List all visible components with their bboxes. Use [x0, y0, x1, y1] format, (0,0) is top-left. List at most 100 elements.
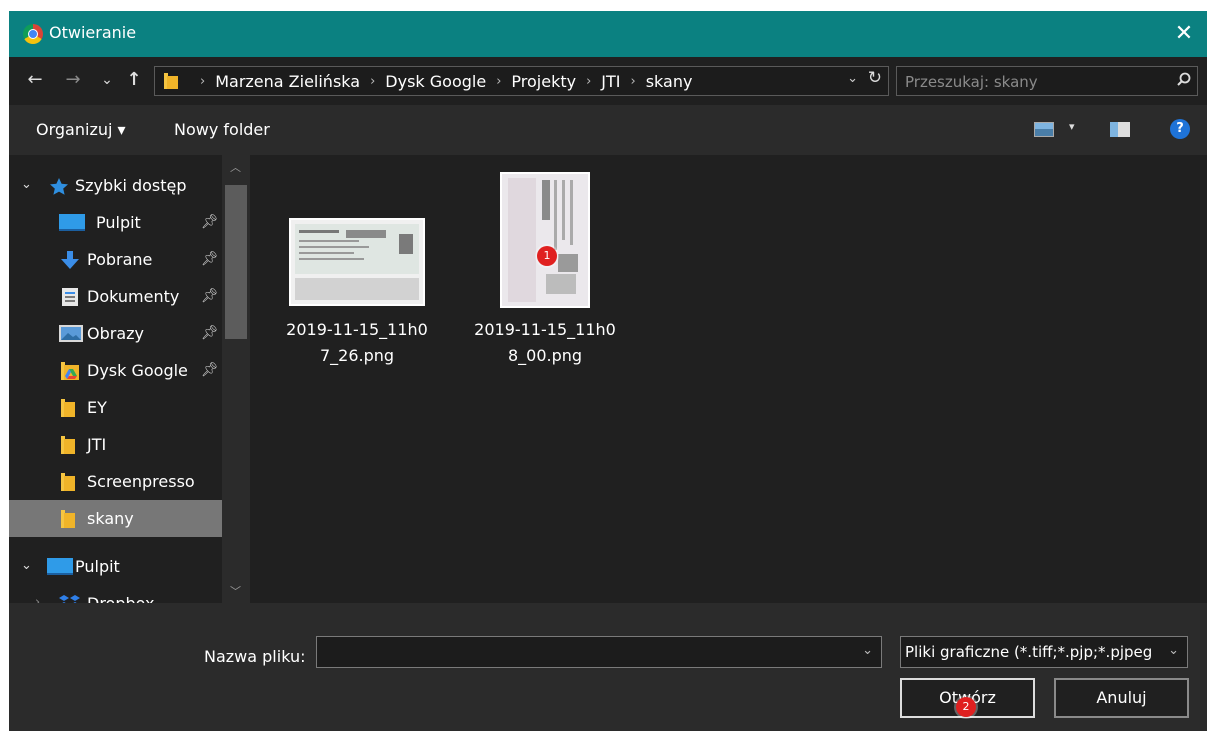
- chrome-icon: [23, 24, 43, 44]
- scrollbar-thumb[interactable]: [225, 185, 247, 339]
- breadcrumb-item[interactable]: Marzena Zielińska: [215, 72, 360, 91]
- desktop-icon: [47, 558, 73, 575]
- folder-icon: [61, 510, 75, 528]
- sidebar-item-dropbox[interactable]: › Dropbox: [9, 585, 222, 603]
- sidebar-item-skany[interactable]: skany: [9, 500, 222, 537]
- help-icon[interactable]: ?: [1170, 119, 1190, 139]
- breadcrumb-item[interactable]: Dysk Google: [385, 72, 486, 91]
- filename-input[interactable]: ⌄: [316, 636, 882, 668]
- title-bar: Otwieranie ✕: [9, 11, 1207, 57]
- recent-locations-icon[interactable]: ⌄: [95, 67, 119, 93]
- close-icon[interactable]: ✕: [1161, 11, 1207, 57]
- sidebar-item-desktop-root[interactable]: ⌄ Pulpit: [9, 548, 222, 585]
- sidebar-scrollbar[interactable]: ︿ ﹀: [222, 155, 250, 603]
- chevron-down-icon[interactable]: ⌄: [1168, 643, 1179, 658]
- search-icon[interactable]: [1177, 70, 1191, 90]
- step-badge: 2: [956, 697, 976, 717]
- new-folder-button[interactable]: Nowy folder: [174, 120, 270, 139]
- file-thumbnail: [500, 172, 590, 308]
- file-type-select[interactable]: Pliki graficzne (*.tiff;*.pjp;*.pjpeg ⌄: [900, 636, 1188, 668]
- sidebar-item-label: Dokumenty: [87, 287, 180, 306]
- google-drive-icon: [61, 362, 79, 380]
- sidebar-item-label: JTI: [87, 435, 107, 454]
- sidebar-item-label: Dropbox: [87, 594, 154, 603]
- folder-icon: [61, 473, 75, 491]
- back-arrow-icon[interactable]: ←: [23, 67, 47, 93]
- search-input[interactable]: [897, 67, 1167, 97]
- breadcrumb-item[interactable]: Projekty: [511, 72, 576, 91]
- window-title: Otwieranie: [49, 23, 137, 42]
- folder-icon: [61, 436, 75, 454]
- pin-icon: 📌︎: [201, 362, 219, 378]
- folder-icon: [164, 73, 178, 89]
- sidebar-item-documents[interactable]: Dokumenty 📌︎: [9, 278, 222, 315]
- sidebar-item-ey[interactable]: EY: [9, 389, 222, 426]
- sidebar-item-label: Pobrane: [87, 250, 153, 269]
- sidebar-item-desktop[interactable]: Pulpit 📌︎: [9, 204, 222, 241]
- sidebar-item-downloads[interactable]: Pobrane 📌︎: [9, 241, 222, 278]
- pin-icon: 📌︎: [201, 325, 219, 341]
- file-type-value: Pliki graficzne (*.tiff;*.pjp;*.pjpeg: [905, 643, 1153, 661]
- scroll-down-icon[interactable]: ﹀: [230, 583, 241, 599]
- change-view-icon[interactable]: [1034, 122, 1054, 137]
- file-name: 2019-11-15_11h0 8_00.png: [474, 320, 616, 365]
- sidebar-item-label: Obrazy: [87, 324, 144, 343]
- chevron-down-icon[interactable]: ⌄: [21, 558, 32, 573]
- sidebar-item-label: Pulpit: [75, 557, 120, 576]
- folder-icon: [61, 399, 75, 417]
- organize-button[interactable]: Organizuj ▾: [36, 120, 126, 139]
- desktop-icon: [59, 214, 85, 231]
- up-arrow-icon[interactable]: ↑: [122, 67, 146, 93]
- file-thumbnail: [289, 218, 425, 306]
- breadcrumb-item[interactable]: skany: [646, 72, 693, 91]
- document-icon: [62, 288, 78, 306]
- navigation-pane: ⌄ Szybki dostęp Pulpit 📌︎ Pobrane 📌︎ Dok…: [9, 155, 222, 603]
- pin-icon: 📌︎: [201, 214, 219, 230]
- search-box[interactable]: [896, 66, 1198, 97]
- breadcrumb-separator: ›: [496, 73, 502, 89]
- breadcrumb-item[interactable]: JTI: [601, 72, 620, 91]
- navigation-bar: ← → ⌄ ↑ › Marzena Zielińska › Dysk Googl…: [9, 57, 1207, 105]
- chevron-down-icon[interactable]: ⌄: [847, 71, 858, 86]
- star-icon: [50, 178, 68, 195]
- download-icon: [61, 251, 79, 269]
- dropbox-icon: [59, 595, 80, 603]
- sidebar-item-label: skany: [87, 509, 134, 528]
- dialog-footer: Nazwa pliku: ⌄ Pliki graficzne (*.tiff;*…: [9, 603, 1207, 731]
- scroll-up-icon[interactable]: ︿: [230, 159, 241, 175]
- command-toolbar: Organizuj ▾ Nowy folder ▾ ?: [9, 105, 1207, 155]
- sidebar-item-jti[interactable]: JTI: [9, 426, 222, 463]
- sidebar-item-pictures[interactable]: Obrazy 📌︎: [9, 315, 222, 352]
- file-list: 2019-11-15_11h0 7_26.png 1 2019-11-15_11…: [250, 155, 1207, 603]
- forward-arrow-icon[interactable]: →: [61, 67, 85, 93]
- breadcrumb-separator: ›: [586, 73, 592, 89]
- chevron-down-icon[interactable]: ⌄: [862, 643, 873, 658]
- view-options-dropdown-icon[interactable]: ▾: [1069, 120, 1075, 133]
- refresh-icon[interactable]: ↻: [868, 68, 882, 88]
- step-badge: 1: [537, 246, 557, 266]
- sidebar-item-label: Pulpit: [96, 213, 141, 232]
- file-name: 2019-11-15_11h0 7_26.png: [286, 320, 428, 365]
- filename-label: Nazwa pliku:: [204, 647, 306, 666]
- sidebar-item-label: EY: [87, 398, 107, 417]
- cancel-button[interactable]: Anuluj: [1054, 678, 1189, 718]
- breadcrumb-separator: ›: [370, 73, 376, 89]
- breadcrumb-separator: ›: [200, 73, 206, 89]
- sidebar-item-label: Szybki dostęp: [75, 176, 187, 195]
- cancel-button-label: Anuluj: [1096, 688, 1147, 707]
- pictures-icon: [59, 325, 83, 342]
- sidebar-item-label: Screenpresso: [87, 472, 195, 491]
- sidebar-item-screenpresso[interactable]: Screenpresso: [9, 463, 222, 500]
- sidebar-item-google-drive[interactable]: Dysk Google 📌︎: [9, 352, 222, 389]
- pin-icon: 📌︎: [201, 251, 219, 267]
- preview-pane-icon[interactable]: [1110, 122, 1130, 137]
- sidebar-item-quick-access[interactable]: ⌄ Szybki dostęp: [9, 167, 222, 204]
- address-bar[interactable]: › Marzena Zielińska › Dysk Google › Proj…: [154, 66, 889, 96]
- open-button[interactable]: Otwórz 2: [900, 678, 1035, 718]
- id-card-image-icon: [291, 220, 423, 304]
- breadcrumb-separator: ›: [630, 73, 636, 89]
- chevron-right-icon[interactable]: ›: [35, 595, 40, 603]
- open-file-dialog: Otwieranie ✕ ← → ⌄ ↑ › Marzena Zielińska…: [9, 11, 1207, 731]
- sidebar-item-label: Dysk Google: [87, 361, 188, 380]
- chevron-down-icon[interactable]: ⌄: [21, 177, 32, 192]
